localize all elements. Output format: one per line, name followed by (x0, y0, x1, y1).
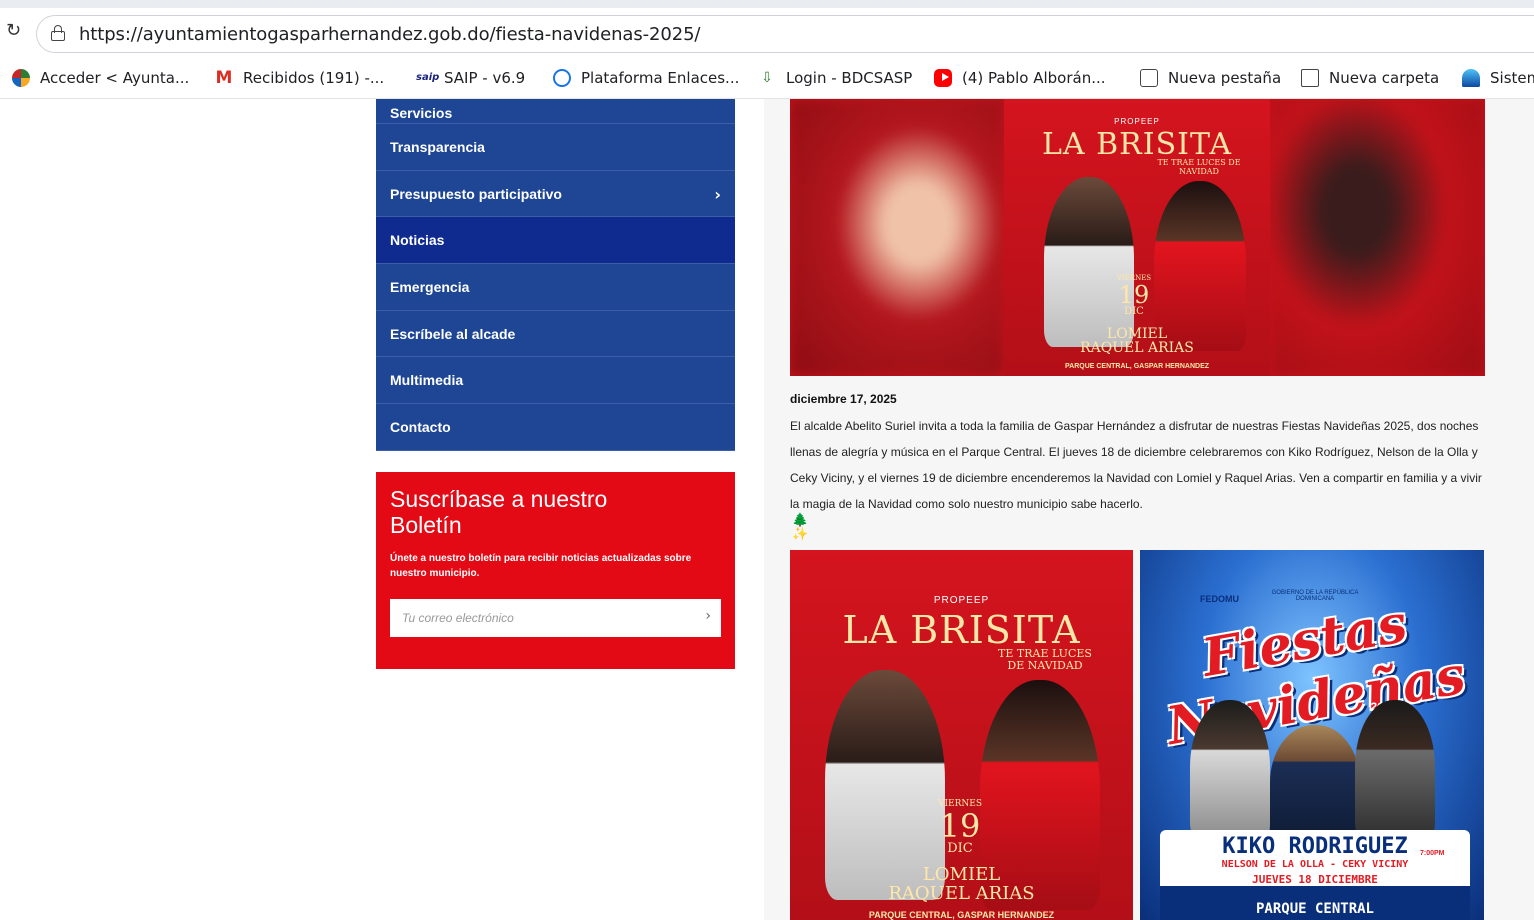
blurred-background-right (1271, 99, 1485, 376)
email-field[interactable] (390, 599, 680, 637)
sidebar-item-label: Servicios (390, 105, 453, 121)
poster-date-line: JUEVES 18 DICIEMBRE (1252, 873, 1378, 886)
poster-artist-2: RAQUEL ARIAS (888, 883, 1035, 904)
poster-location: PARQUE CENTRAL, GASPAR HERNANDEZ (1064, 363, 1210, 370)
poster-month: DIC (947, 841, 973, 856)
fedomu-logo: FEDOMU (1200, 594, 1239, 604)
bookmark-label: Nueva carpeta (1329, 69, 1440, 87)
poster-org: PROPEEP (1114, 117, 1160, 126)
post-date: diciembre 17, 2025 (790, 392, 897, 406)
site-info-icon[interactable] (51, 25, 65, 41)
bookmark-nueva-carpeta[interactable]: Nueva carpeta (1301, 66, 1439, 90)
folder-icon (1301, 69, 1319, 87)
poster-location: PARQUE CENTRAL, GASPAR HERNANDEZ (868, 910, 1055, 920)
gobierno-logo: GOBIERNO DE LA REPÚBLICA DOMINICANA (1271, 590, 1359, 602)
sidebar-item-emergencia[interactable]: Emergencia (376, 264, 735, 311)
subscribe-button[interactable]: › (705, 608, 711, 624)
address-bar[interactable]: https://ayuntamientogasparhernandez.gob.… (36, 15, 1534, 53)
sidebar-item-multimedia[interactable]: Multimedia (376, 357, 735, 405)
bookmark-label: Sistem (1490, 69, 1534, 87)
sidebar-item-label: Multimedia (390, 372, 464, 389)
blurred-background-left (790, 99, 1004, 376)
hero-image: PROPEEP LA BRISITA TE TRAE LUCES DE NAVI… (790, 99, 1485, 376)
sidebar-item-presupuesto[interactable]: Presupuesto participativo › (376, 170, 735, 218)
singer-photo (1044, 177, 1134, 347)
sidebar-menu: Servicios Transparencia Presupuesto part… (376, 99, 735, 451)
bookmark-saip[interactable]: saip SAIP - v6.9 (416, 66, 525, 90)
web-page: Servicios Transparencia Presupuesto part… (0, 99, 1534, 920)
sidebar-item-label: Presupuesto participativo (390, 185, 562, 202)
poster-artist-2: NELSON DE LA OLLA - CEKY VICINY (1221, 859, 1409, 870)
bookmark-recibidos[interactable]: M Recibidos (191) -... (215, 66, 385, 90)
post-body: El alcalde Abelito Suriel invita a toda … (790, 419, 1482, 511)
tab-strip (0, 0, 1534, 8)
bookmark-acceder[interactable]: Acceder < Ayunta... (12, 66, 189, 90)
artist-photo (1270, 725, 1360, 845)
poster-title: LA BRISITA (842, 608, 1081, 652)
bookmark-label: Nueva pestaña (1168, 69, 1282, 87)
poster-org: PROPEEP (933, 595, 990, 606)
sidebar-item-label: Transparencia (390, 138, 485, 155)
tree-sparkle-emoji: 🌲 ✨ (792, 513, 808, 541)
sidebar-item-escribele[interactable]: Escríbele al alcade (376, 310, 735, 358)
sidebar-item-transparencia[interactable]: Transparencia (376, 124, 735, 171)
reload-icon[interactable]: ↻ (6, 20, 21, 41)
bookmark-label: Acceder < Ayunta... (40, 69, 190, 87)
poster-place: PARQUE CENTRAL (1255, 901, 1374, 917)
newsletter-title: Suscríbase a nuestro Boletín (390, 486, 608, 538)
ayuntamiento-icon (12, 69, 30, 87)
sidebar-item-label: Escríbele al alcade (390, 325, 516, 342)
youtube-icon (934, 69, 952, 87)
gmail-icon: M (215, 68, 233, 88)
url-text[interactable]: https://ayuntamientogasparhernandez.gob.… (79, 24, 701, 45)
poster-subtitle: TE TRAE LUCES DE NAVIDAD (1157, 158, 1241, 176)
newsletter-box: Suscríbase a nuestro Boletín Únete a nue… (376, 472, 735, 669)
optic-icon (1462, 69, 1480, 87)
poster-subtitle: TE TRAE LUCES DE NAVIDAD (998, 647, 1092, 673)
chevron-right-icon[interactable]: › (714, 185, 721, 204)
bookmark-label: (4) Pablo Alborán... (962, 69, 1106, 87)
bookmark-label: Plataforma Enlaces... (581, 69, 740, 87)
saip-icon: saip (416, 72, 440, 83)
bookmark-label: Recibidos (191) -... (243, 69, 385, 87)
browser-chrome: ↻ https://ayuntamientogasparhernandez.go… (0, 0, 1534, 99)
poster-artist-2: RAQUEL ARIAS (1080, 340, 1194, 356)
new-tab-icon (1140, 69, 1158, 87)
artist-photo (1355, 700, 1435, 840)
bookmark-sistem[interactable]: Sistem (1462, 66, 1534, 90)
singer-photo (1154, 181, 1246, 351)
bookmark-login[interactable]: ⇩ Login - BDCSASP (758, 66, 912, 90)
sparkle-icon: ✨ (792, 526, 809, 541)
sidebar-item-noticias[interactable]: Noticias (376, 217, 735, 265)
poster-month: DIC (1124, 306, 1144, 317)
poster-info-banner: KIKO RODRIGUEZ NELSON DE LA OLLA - CEKY … (1160, 830, 1470, 920)
bookmark-nueva-pestana[interactable]: Nueva pestaña (1140, 66, 1281, 90)
sidebar-item-contacto[interactable]: Contacto (376, 404, 735, 451)
sidebar-item-label: Noticias (390, 232, 445, 249)
bookmark-youtube[interactable]: (4) Pablo Alborán... (934, 66, 1106, 90)
sidebar-item-label: Contacto (390, 418, 451, 435)
tree-icon: 🌲 (792, 512, 809, 527)
poster-title: LA BRISITA (1041, 127, 1233, 162)
poster-provincia: PROVINCIA: ESPAILLAT (1278, 893, 1352, 900)
bookmarks-bar: Acceder < Ayunta... M Recibidos (191) -..… (0, 62, 1534, 94)
brisita-poster-large: PROPEEP LA BRISITA TE TRAE LUCES DE NAVI… (790, 550, 1133, 920)
sidebar-item-servicios[interactable]: Servicios (376, 99, 735, 124)
fiestas-navidenas-poster: FEDOMU GOBIERNO DE LA REPÚBLICA DOMINICA… (1140, 550, 1484, 920)
sidebar-item-label: Emergencia (390, 278, 470, 295)
bookmark-label: SAIP - v6.9 (444, 69, 526, 87)
poster-day: 19 (1118, 281, 1150, 309)
poster-day: 19 (939, 807, 981, 845)
newsletter-description: Únete a nuestro boletín para recibir not… (390, 553, 692, 579)
brisita-poster: PROPEEP LA BRISITA TE TRAE LUCES DE NAVI… (1004, 99, 1270, 376)
bookmark-label: Login - BDCSASP (786, 69, 913, 87)
search-icon (553, 69, 571, 87)
main-content: PROPEEP LA BRISITA TE TRAE LUCES DE NAVI… (764, 99, 1534, 920)
poster-time: 7:00PM (1420, 850, 1445, 857)
bookmark-plataforma[interactable]: Plataforma Enlaces... (553, 66, 739, 90)
artist-photo (1190, 700, 1270, 840)
login-icon: ⇩ (761, 70, 773, 86)
newsletter-form: › (390, 599, 721, 637)
